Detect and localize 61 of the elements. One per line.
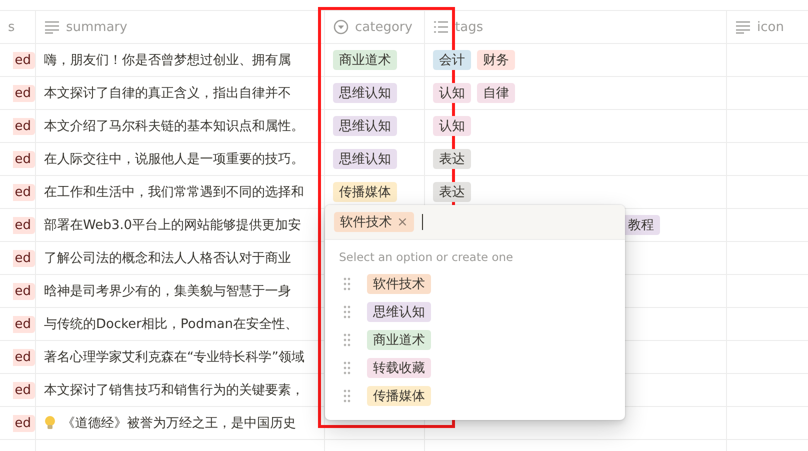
remove-button[interactable]: × (397, 214, 408, 230)
tag: 表达 (433, 182, 471, 202)
drag-handle-icon[interactable] (343, 389, 351, 403)
drag-handle-icon[interactable] (343, 277, 351, 291)
status-tag: ed (12, 348, 35, 366)
status-tag: ed (12, 216, 35, 234)
column-header[interactable]: tags (455, 20, 484, 34)
option-tag[interactable]: 软件技术 (367, 274, 431, 294)
summary-text: 晗神是司考界少有的，集美貌与智慧于一身 (44, 283, 291, 300)
text-cursor (422, 214, 423, 230)
summary-text: 了解公司法的概念和法人人格否认对于商业 (44, 250, 291, 267)
text-property-icon (735, 20, 751, 34)
tag: 认知 (433, 83, 471, 103)
status-tag: ed (12, 316, 35, 332)
column-header[interactable]: summary (66, 20, 128, 34)
tag: 财务 (477, 50, 515, 70)
drag-handle-icon[interactable] (343, 361, 351, 375)
option-tag[interactable]: 传播媒体 (367, 386, 431, 406)
status-tag: ed (12, 250, 35, 266)
category-tag: 思维认知 (333, 149, 397, 169)
drag-handle-icon[interactable] (343, 333, 351, 347)
summary-text: 著名心理学家艾利克森在“专业特长科学”领域 (44, 349, 304, 366)
summary-text: 本文介绍了马尔科夫链的基本知识点和属性。 (44, 118, 304, 135)
status-tag: ed (12, 150, 35, 168)
status-tag: ed (12, 84, 35, 102)
tag: 会计 (433, 50, 471, 70)
column-header[interactable]: s (8, 20, 15, 34)
category-tag: 传播媒体 (333, 182, 397, 202)
summary-text: 《道德经》被誉为万经之王，是中国历史 (62, 415, 296, 432)
tag: 教程 (622, 215, 660, 235)
selected-option-tag: 软件技术 × (334, 212, 414, 232)
status-tag: ed (12, 282, 35, 300)
tag: 自律 (477, 83, 515, 103)
lightbulb-icon (44, 415, 56, 431)
text-property-icon (44, 20, 60, 34)
option-tag[interactable]: 商业道术 (367, 330, 431, 350)
drag-handle-icon[interactable] (343, 305, 351, 319)
option-tag[interactable]: 转载收藏 (367, 358, 431, 378)
summary-text: 本文探讨了自律的真正含义，指出自律并不 (44, 85, 291, 102)
summary-text: 嗨，朋友们！你是否曾梦想过创业、拥有属 (44, 52, 291, 69)
status-tag: ed (12, 118, 35, 134)
column-header[interactable]: category (355, 20, 412, 34)
summary-text: 在工作和生活中，我们常常遇到不同的选择和 (44, 184, 304, 201)
summary-text: 与传统的Docker相比，Podman在安全性、 (44, 316, 298, 333)
category-tag: 商业道术 (333, 50, 397, 70)
category-tag: 思维认知 (333, 116, 397, 136)
status-tag: ed (12, 382, 35, 398)
status-tag: ed (12, 184, 35, 200)
tag: 认知 (433, 116, 471, 136)
dropdown-hint: Select an option or create one (339, 250, 514, 264)
list-property-icon (433, 20, 449, 34)
select-property-icon (333, 19, 349, 35)
option-tag[interactable]: 思维认知 (367, 302, 431, 322)
status-tag: ed (12, 414, 35, 432)
summary-text: 本文探讨了销售技巧和销售行为的关键要素， (44, 382, 304, 399)
column-header[interactable]: icon (757, 20, 784, 34)
summary-text: 在人际交往中，说服他人是一项重要的技巧。 (44, 151, 304, 168)
category-tag: 思维认知 (333, 83, 397, 103)
status-tag: ed (12, 52, 35, 68)
summary-text: 部署在Web3.0平台上的网站能够提供更加安 (44, 217, 302, 234)
tag: 表达 (433, 149, 471, 169)
